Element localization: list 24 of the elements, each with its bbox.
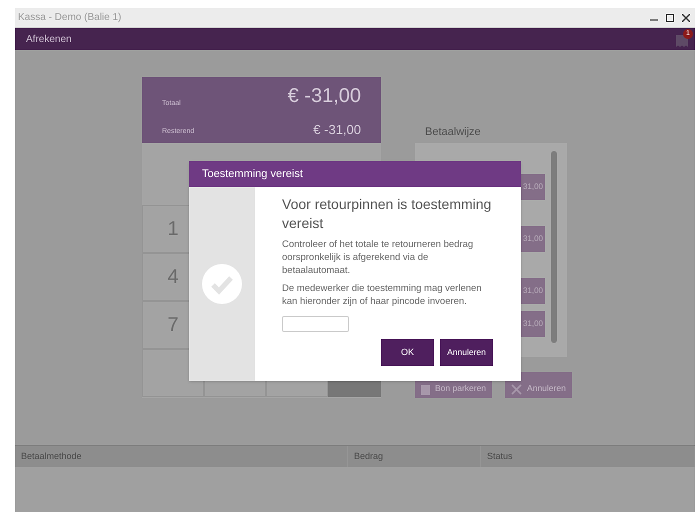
page-title: Afrekenen — [26, 32, 72, 46]
cancel-button[interactable]: Annuleren — [440, 339, 493, 366]
ok-button[interactable]: OK — [381, 339, 434, 366]
cancel-button[interactable]: Annuleren — [505, 372, 572, 398]
payment-option-button[interactable]: 31,00 — [521, 174, 545, 200]
dialog-title: Toestemming vereist — [202, 166, 303, 182]
dialog-heading: Voor retourpinnen is toestemming vereist — [282, 195, 492, 233]
summary-amount: € -31,00 — [313, 120, 361, 138]
maximize-icon[interactable] — [666, 14, 674, 22]
payment-option-button[interactable]: 31,00 — [521, 226, 545, 252]
window-title: Kassa - Demo (Balie 1) — [18, 11, 122, 25]
dialog-text: Controleer of het totale te retourneren bedrag oorspronkelijk is afgerekend via de betaalautomaat. — [282, 238, 474, 277]
check-circle-icon — [202, 264, 242, 304]
summary-amount: € -31,00 — [288, 84, 361, 109]
receipt-icon — [421, 385, 430, 395]
pincode-field[interactable] — [282, 316, 349, 332]
close-icon — [511, 384, 522, 395]
payment-option-button[interactable]: 31,00 — [521, 311, 545, 337]
close-icon[interactable] — [682, 14, 690, 22]
receipt-icon[interactable] — [675, 34, 689, 48]
payment-option-button[interactable]: 31,00 — [521, 278, 545, 304]
scrollbar-thumb[interactable] — [551, 151, 557, 343]
dialog-text: De medewerker die toestemming mag verlenen kan hieronder zijn of haar pincode invoeren. — [282, 282, 483, 308]
section-title: Betaalwijze — [425, 125, 481, 140]
